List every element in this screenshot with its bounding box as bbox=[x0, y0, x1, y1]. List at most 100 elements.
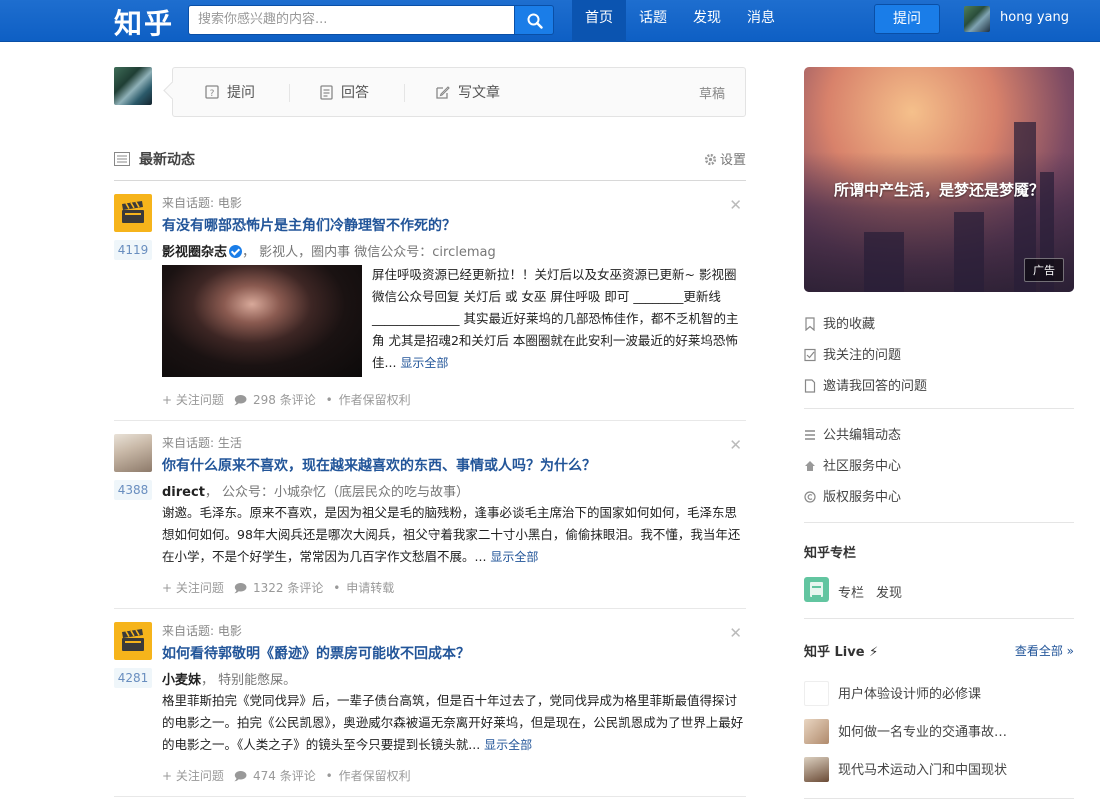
user-avatar[interactable] bbox=[964, 6, 990, 32]
excerpt-text: 谢邀。毛泽东。原来不喜欢，是因为祖父是毛的脑残粉，逢事必谈毛主席治下的国家如何如… bbox=[162, 505, 741, 564]
sidebar-followed-questions[interactable]: 我关注的问题 bbox=[804, 344, 901, 363]
topic-source[interactable]: 来自话题: 生活 bbox=[162, 434, 242, 451]
answer-excerpt[interactable]: 格里菲斯拍完《党同伐异》后，一辈子债台高筑，但是百十年过去了，党同伐异成为格里菲… bbox=[162, 690, 746, 756]
answer-author: 小麦妹， 特别能憋屎。 bbox=[162, 669, 296, 688]
sidebar-ad-banner[interactable]: 所谓中产生活，是梦还是梦魇？ 广告 bbox=[804, 67, 1074, 292]
feed-header: 最新动态 设置 bbox=[114, 148, 746, 181]
answer-author: 影视圈杂志 ， 影视人，圈内事 微信公众号：circlemag bbox=[162, 241, 496, 260]
ad-label: 广告 bbox=[1024, 258, 1064, 282]
show-more-link[interactable]: 显示全部 bbox=[400, 356, 448, 370]
feed-item: 4388 来自话题: 生活 ✕ 你有什么原来不喜欢，现在越来越喜欢的东西、事情或… bbox=[114, 434, 746, 609]
divider bbox=[804, 408, 1074, 409]
clapperboard-icon bbox=[122, 201, 144, 223]
live-see-all-link[interactable]: 查看全部 » bbox=[1015, 642, 1074, 659]
write-article-action[interactable]: 写文章 bbox=[435, 83, 500, 103]
follow-question-button[interactable]: + 关注问题 bbox=[162, 581, 224, 595]
dot-separator: • bbox=[333, 581, 341, 595]
my-avatar[interactable] bbox=[114, 67, 152, 105]
topic-source[interactable]: 来自话题: 电影 bbox=[162, 194, 242, 211]
answer-excerpt[interactable]: 谢邀。毛泽东。原来不喜欢，是因为祖父是毛的脑残粉，逢事必谈毛主席治下的国家如何如… bbox=[162, 502, 746, 568]
rights-label[interactable]: 作者保留权利 bbox=[339, 769, 411, 783]
link-label: 版权服务中心 bbox=[823, 490, 902, 505]
question-title[interactable]: 如何看待郭敬明《爵迹》的票房可能收不回成本？ bbox=[162, 643, 470, 663]
topic-film-icon[interactable] bbox=[114, 194, 152, 232]
home-icon bbox=[805, 461, 815, 471]
live-section-title: 知乎 Live ⚡ bbox=[804, 645, 879, 660]
vote-count[interactable]: 4119 bbox=[114, 240, 152, 260]
nav-messages[interactable]: 消息 bbox=[734, 0, 788, 42]
close-icon[interactable]: ✕ bbox=[729, 436, 742, 454]
close-icon[interactable]: ✕ bbox=[729, 196, 742, 214]
nav-home[interactable]: 首页 bbox=[572, 0, 626, 42]
drafts-link[interactable]: 草稿 bbox=[699, 83, 725, 102]
question-title[interactable]: 你有什么原来不喜欢，现在越来越喜欢的东西、事情或人吗？为什么？ bbox=[162, 455, 596, 475]
link-label: 社区服务中心 bbox=[823, 459, 902, 474]
live-item-title: 用户体验设计师的必修课 bbox=[838, 687, 982, 702]
composer-bar: ? 提问 回答 写文章 草稿 bbox=[172, 67, 746, 117]
live-item[interactable]: 现代马术运动入门和中国现状 bbox=[804, 757, 1007, 782]
gear-icon bbox=[704, 153, 717, 166]
reprint-request-link[interactable]: 申请转载 bbox=[346, 581, 394, 595]
excerpt-text: 屏住呼吸资源已经更新拉！！关灯后以及女巫资源已更新~ 影视圈微信公众号回复 关灯… bbox=[372, 267, 739, 370]
topic-life-icon[interactable] bbox=[114, 434, 152, 472]
checkbox-icon bbox=[804, 348, 816, 362]
comments-link[interactable]: 474 条评论 bbox=[253, 769, 316, 783]
follow-question-button[interactable]: + 关注问题 bbox=[162, 393, 224, 407]
live-item[interactable]: 用户体验设计师的必修课 bbox=[804, 681, 981, 706]
sidebar-community-center[interactable]: 社区服务中心 bbox=[804, 455, 901, 474]
list-icon bbox=[805, 430, 815, 440]
show-more-link[interactable]: 显示全部 bbox=[490, 550, 538, 564]
feed-item: 4119 来自话题: 电影 ✕ 有没有哪部恐怖片是主角们冷静理智不作死的？ 影视… bbox=[114, 194, 746, 421]
question-title[interactable]: 有没有哪部恐怖片是主角们冷静理智不作死的？ bbox=[162, 215, 456, 235]
close-icon[interactable]: ✕ bbox=[729, 624, 742, 642]
vote-count[interactable]: 4281 bbox=[114, 668, 152, 688]
show-more-link[interactable]: 显示全部 bbox=[484, 738, 532, 752]
feed-settings-link[interactable]: 设置 bbox=[704, 149, 746, 168]
column-link[interactable]: 专栏 bbox=[838, 582, 864, 601]
feed-item: 4281 来自话题: 电影 ✕ 如何看待郭敬明《爵迹》的票房可能收不回成本？ 小… bbox=[114, 622, 746, 797]
vote-count[interactable]: 4388 bbox=[114, 480, 152, 500]
column-icon[interactable] bbox=[804, 577, 829, 602]
user-name[interactable]: hong yang bbox=[1000, 10, 1069, 25]
ad-tower bbox=[954, 212, 984, 292]
live-item[interactable]: 如何做一名专业的交通事故… bbox=[804, 719, 1007, 744]
list-icon bbox=[114, 152, 130, 166]
svg-text:?: ? bbox=[210, 89, 215, 99]
search-button[interactable] bbox=[514, 5, 554, 35]
feed-title: 最新动态 bbox=[139, 152, 195, 168]
live-thumbnail bbox=[804, 757, 829, 782]
author-name[interactable]: direct bbox=[162, 485, 205, 500]
ask-action-label: 提问 bbox=[227, 85, 255, 101]
sidebar-my-collections[interactable]: 我的收藏 bbox=[804, 313, 875, 332]
comments-link[interactable]: 298 条评论 bbox=[253, 393, 316, 407]
nav-explore[interactable]: 发现 bbox=[680, 0, 734, 42]
author-name[interactable]: 小麦妹 bbox=[162, 673, 201, 688]
author-bio: ， 公众号：小城杂忆（底层民众的吃与故事） bbox=[204, 485, 470, 500]
divider bbox=[804, 798, 1074, 799]
comment-icon: 🗩 bbox=[233, 581, 248, 595]
author-bio: ， 特别能憋屎。 bbox=[201, 673, 297, 688]
ask-action[interactable]: ? 提问 bbox=[205, 83, 255, 103]
topic-source[interactable]: 来自话题: 电影 bbox=[162, 622, 242, 639]
sidebar-public-edits[interactable]: 公共编辑动态 bbox=[804, 424, 901, 443]
nav-topics[interactable]: 话题 bbox=[626, 0, 680, 42]
excerpt-text: 格里菲斯拍完《党同伐异》后，一辈子债台高筑，但是百十年过去了，党同伐异成为格里菲… bbox=[162, 693, 744, 752]
item-meta: + 关注问题 🗩 474 条评论 • 作者保留权利 bbox=[162, 767, 417, 788]
verified-icon bbox=[229, 245, 243, 258]
answer-thumbnail[interactable] bbox=[162, 265, 362, 377]
follow-question-button[interactable]: + 关注问题 bbox=[162, 769, 224, 783]
zhihu-logo[interactable]: 知乎 bbox=[114, 2, 174, 42]
topic-film-icon[interactable] bbox=[114, 622, 152, 660]
rights-label[interactable]: 作者保留权利 bbox=[339, 393, 411, 407]
sidebar-invited-questions[interactable]: 邀请我回答的问题 bbox=[804, 375, 927, 394]
column-discover-link[interactable]: 发现 bbox=[876, 582, 902, 601]
comments-link[interactable]: 1322 条评论 bbox=[253, 581, 323, 595]
ad-tower bbox=[864, 232, 904, 292]
ask-question-button[interactable]: 提问 bbox=[874, 4, 940, 34]
author-name[interactable]: 影视圈杂志 bbox=[162, 245, 227, 260]
sidebar-copyright-center[interactable]: 版权服务中心 bbox=[804, 486, 901, 505]
author-bio: ， 影视人，圈内事 微信公众号：circlemag bbox=[242, 245, 496, 260]
answer-excerpt[interactable]: 屏住呼吸资源已经更新拉！！关灯后以及女巫资源已更新~ 影视圈微信公众号回复 关灯… bbox=[372, 264, 746, 374]
search-input[interactable]: 搜索你感兴趣的内容... bbox=[188, 5, 514, 35]
answer-action[interactable]: 回答 bbox=[320, 83, 369, 103]
